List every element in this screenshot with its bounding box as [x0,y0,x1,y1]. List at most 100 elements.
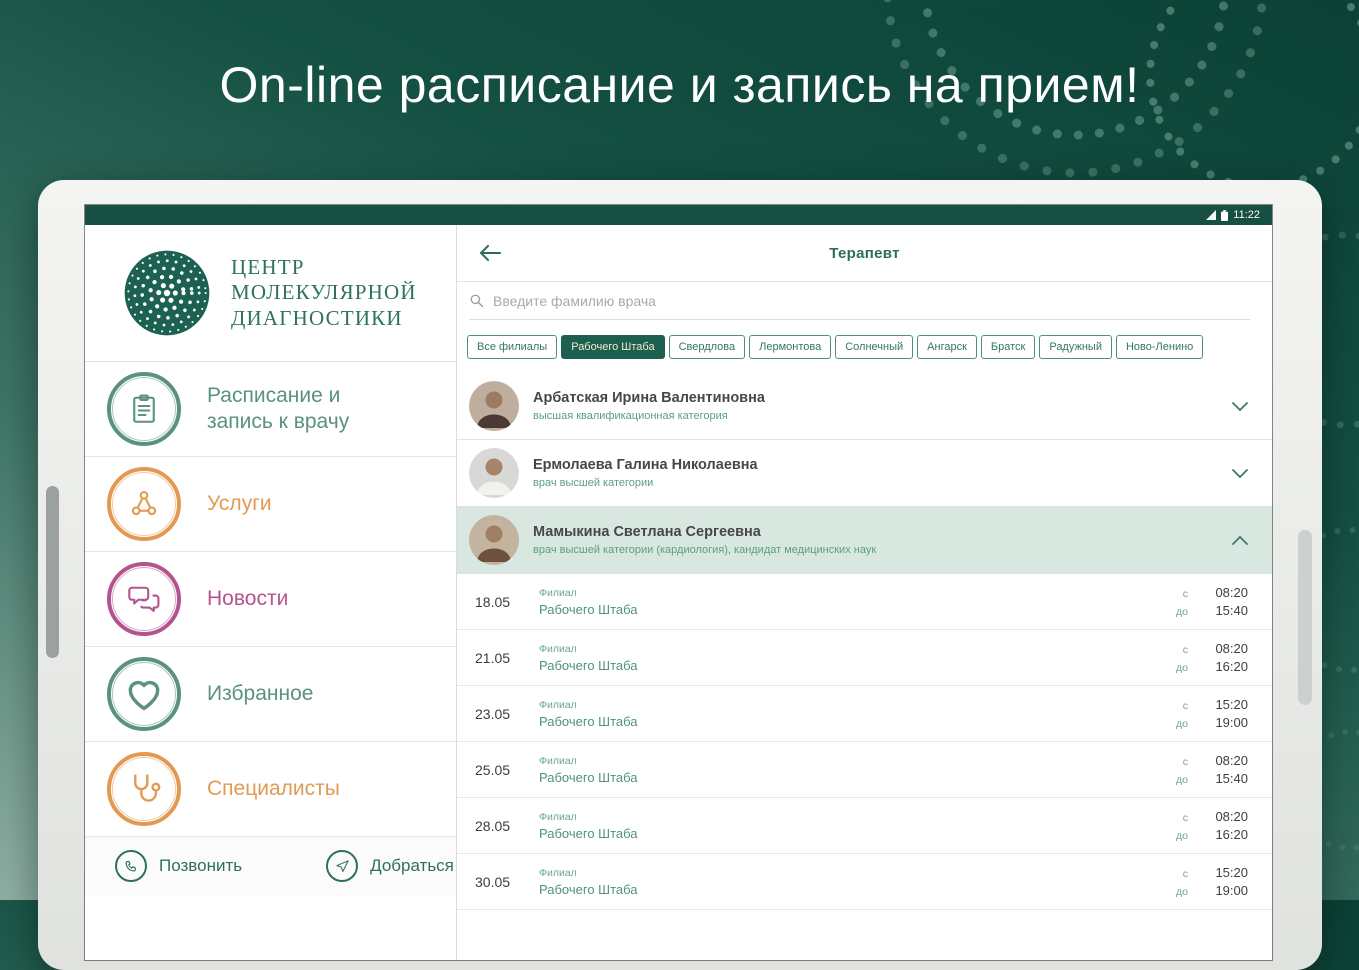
schedule-row[interactable]: 23.05 Филиал Рабочего Штаба с 15:20 до 1… [457,686,1272,742]
schedule-row[interactable]: 25.05 Филиал Рабочего Штаба с 08:20 до 1… [457,742,1272,798]
branch-filter-chip[interactable]: Ангарск [917,334,977,359]
time-to-label: до [1176,606,1188,618]
time-from-label: с [1182,588,1188,600]
schedule-row[interactable]: 18.05 Филиал Рабочего Штаба с 08:20 до 1… [457,574,1272,630]
branch-filter-chip[interactable]: Братск [980,334,1036,359]
schedule-times: с 15:20 до 19:00 [1176,865,1248,898]
sidebar-item[interactable]: Расписание и запись к врачу [85,362,456,457]
schedule-date: 25.05 [475,761,511,778]
chevron-down-icon[interactable] [1232,401,1248,411]
chevron-up-icon[interactable] [1232,535,1248,545]
branch-filter-chip[interactable]: Рабочего Штаба [561,334,665,359]
time-from-value: 15:20 [1215,865,1248,880]
doctor-name: Мамыкина Светлана Сергеевна [533,524,761,540]
status-bar: 11:22 [85,205,1272,225]
doctor-row[interactable]: Ермолаева Галина Николаевна врач высшей … [457,440,1272,507]
schedule-row[interactable]: 30.05 Филиал Рабочего Штаба с 15:20 до 1… [457,854,1272,910]
branch-label: Филиал [539,586,577,599]
logo-line-3: ДИАГНОСТИКИ [231,305,403,330]
stethoscope-icon [107,752,181,826]
schedule-date: 28.05 [475,817,511,834]
time-from-label: с [1182,644,1188,656]
time-to-label: до [1176,662,1188,674]
time-to-label: до [1176,774,1188,786]
chevron-down-icon[interactable] [1232,468,1248,478]
doctor-row[interactable]: Мамыкина Светлана Сергеевна врач высшей … [457,507,1272,574]
branch-name: Рабочего Штаба [539,881,638,897]
sidebar-footer: Позвонить Добраться [85,837,456,895]
molecule-icon [107,467,181,541]
sidebar-item[interactable]: Услуги [85,457,456,552]
battery-icon [1221,209,1229,221]
branch-label: Филиал [539,642,577,655]
schedule-times: с 08:20 до 15:40 [1176,585,1248,618]
time-to-value: 19:00 [1215,883,1248,898]
branch-filter-chip[interactable]: Все филиалы [467,334,558,359]
time-to-value: 15:40 [1215,603,1248,618]
branch-filter-chip[interactable]: Радужный [1039,334,1112,359]
branch-name: Рабочего Штаба [539,601,638,617]
time-from-value: 08:20 [1215,585,1248,600]
clipboard-icon [107,372,181,446]
time-from-label: с [1182,868,1188,880]
time-from-label: с [1182,812,1188,824]
schedule-list: 18.05 Филиал Рабочего Штаба с 08:20 до 1… [457,574,1272,910]
schedule-row[interactable]: 28.05 Филиал Рабочего Штаба с 08:20 до 1… [457,798,1272,854]
phone-icon [115,850,147,882]
heart-icon [107,657,181,731]
sidebar-item[interactable]: Новости [85,552,456,647]
navigate-icon [326,850,359,882]
time-to-value: 16:20 [1215,659,1248,674]
back-button[interactable] [479,244,501,262]
branch-filter-chip[interactable]: Свердлова [668,334,746,359]
doctor-info: Мамыкина Светлана Сергеевна врач высшей … [533,524,1232,556]
doctor-avatar [469,381,519,431]
doctor-category: врач высшей категории [533,477,654,489]
doctor-name: Ермолаева Галина Николаевна [533,457,758,473]
branch-label: Филиал [539,810,577,823]
sidebar-item[interactable]: Избранное [85,647,456,742]
schedule-branch: Филиал Рабочего Штаба [525,811,1176,841]
time-to-label: до [1176,830,1188,842]
time-from-label: с [1182,756,1188,768]
status-time: 11:22 [1233,209,1260,221]
call-button-label: Позвонить [159,856,243,875]
directions-button-label: Добраться [370,856,454,875]
branch-filter-chip[interactable]: Лермонтова [749,334,832,359]
time-from-value: 08:20 [1215,641,1248,656]
search-input[interactable] [493,292,1250,309]
tablet-right-grip [1298,530,1312,705]
schedule-date: 21.05 [475,649,511,666]
page-title: Терапевт [829,244,900,262]
schedule-date: 23.05 [475,705,511,722]
sidebar-item[interactable]: Специалисты [85,742,456,837]
time-from-value: 08:20 [1215,809,1248,824]
directions-button[interactable]: Добраться [326,850,454,882]
tablet-frame: 11:22 ЦЕНТР МОЛЕКУЛЯРНОЙ ДИАГНОСТИКИ Рас… [38,180,1322,970]
sidebar-item-label: Услуги [207,491,272,515]
branch-label: Филиал [539,866,577,879]
sidebar-item-label: Специалисты [207,776,340,800]
app-logo: ЦЕНТР МОЛЕКУЛЯРНОЙ ДИАГНОСТИКИ [85,225,456,362]
branch-filter-chip[interactable]: Ново-Ленино [1115,334,1204,359]
app-body: ЦЕНТР МОЛЕКУЛЯРНОЙ ДИАГНОСТИКИ Расписани… [85,225,1272,960]
schedule-branch: Филиал Рабочего Штаба [525,587,1176,617]
app-screen: 11:22 ЦЕНТР МОЛЕКУЛЯРНОЙ ДИАГНОСТИКИ Рас… [85,205,1272,960]
schedule-times: с 08:20 до 16:20 [1176,809,1248,842]
branch-label: Филиал [539,698,577,711]
time-to-label: до [1176,718,1188,730]
doctor-category: врач высшей категории (кардиология), кан… [533,544,877,556]
schedule-row[interactable]: 21.05 Филиал Рабочего Штаба с 08:20 до 1… [457,630,1272,686]
molecular-logo-icon [121,247,213,339]
call-button[interactable]: Позвонить [115,850,242,882]
branch-filter-row: Все филиалы Рабочего Штаба Свердлова Лер… [457,320,1272,373]
main-header: Терапевт [457,225,1272,282]
branch-name: Рабочего Штаба [539,825,638,841]
time-to-value: 15:40 [1215,771,1248,786]
doctor-row[interactable]: Арбатская Ирина Валентиновна высшая квал… [457,373,1272,440]
doctor-info: Арбатская Ирина Валентиновна высшая квал… [533,390,1232,422]
schedule-branch: Филиал Рабочего Штаба [525,699,1176,729]
branch-filter-chip[interactable]: Солнечный [835,334,914,359]
logo-line-2: МОЛЕКУЛЯРНОЙ [231,280,417,305]
branch-name: Рабочего Штаба [539,713,638,729]
